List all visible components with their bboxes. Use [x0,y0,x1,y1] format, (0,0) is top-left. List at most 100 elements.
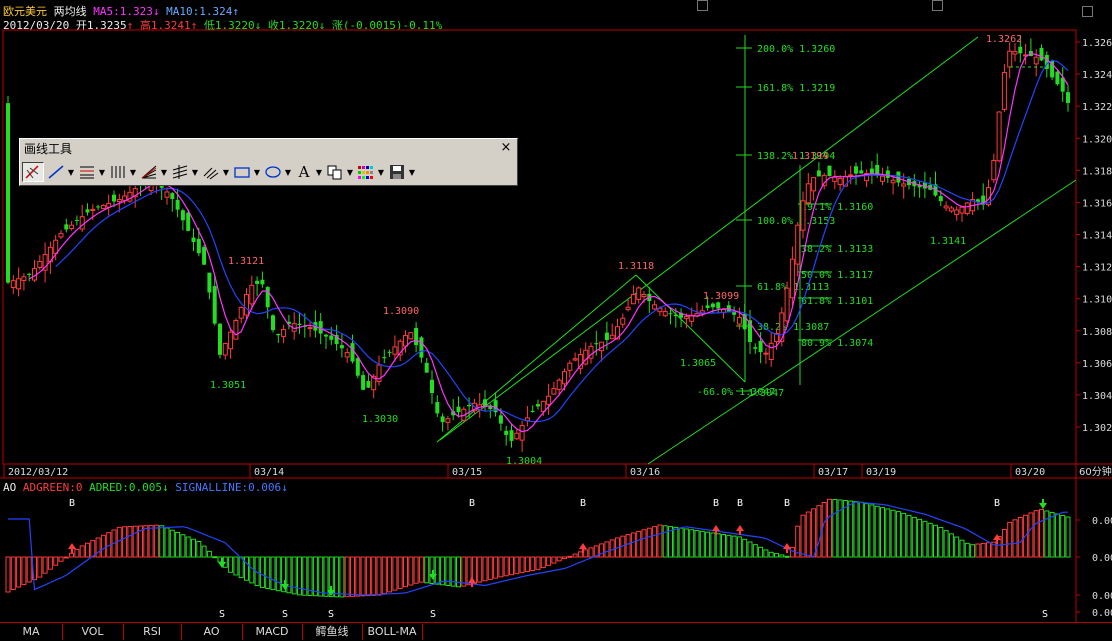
candle-body [1055,71,1060,85]
fan-dropdown-icon[interactable]: ▼ [160,168,168,177]
ao-bar [74,548,80,558]
ao-bar [980,542,986,558]
gann-dropdown-icon[interactable]: ▼ [222,168,230,177]
ao-bar [10,556,16,591]
ao-tick-label: 0.00 [1092,608,1112,619]
ao-bar [413,556,419,584]
channel-tool[interactable]: ▼ [76,161,106,183]
rectangle-tool[interactable]: ▼ [231,161,261,183]
parallel-lines-tool[interactable]: ▼ [169,161,199,183]
pointer-tool[interactable] [22,161,44,183]
date-label: 03/16 [630,467,660,478]
tab-ao[interactable]: AO [181,624,243,640]
ellipse-tool[interactable]: ▼ [262,161,292,183]
vertical-lines-tool[interactable]: ▼ [107,161,137,183]
sell-marker: S [219,609,225,620]
ellipse-dropdown-icon[interactable]: ▼ [284,168,292,177]
tab-rsi[interactable]: RSI [123,624,182,640]
channel-dropdown-icon[interactable]: ▼ [98,168,106,177]
candle-body [202,246,207,265]
save-dropdown-icon[interactable]: ▼ [408,168,416,177]
ao-bar [524,556,530,573]
candle-body [27,273,32,275]
candle-body [1007,50,1013,68]
tab-vol[interactable]: VOL [62,624,124,640]
ao-bar [768,551,774,558]
candle-body [938,196,943,202]
save-tool[interactable]: ▼ [386,161,416,183]
drawing-toolbox[interactable]: 画线工具 × ▼ ▼ ▼ ▼ ▼ ▼ ▼ ▼ A ▼ ▼ ▼ ▼ [19,138,518,186]
vertical-lines-dropdown-icon[interactable]: ▼ [129,168,137,177]
candle-body [683,316,689,319]
line-dropdown-icon[interactable]: ▼ [67,168,75,177]
ao-bar [1054,513,1060,558]
ao-bar [63,556,69,559]
candle-body [228,331,234,350]
candle-body [85,209,90,213]
tab-macd[interactable]: MACD [242,624,303,640]
ao-bar [938,526,944,558]
ao-bar [567,555,573,558]
ao-bar [546,556,552,566]
color-dropdown-icon[interactable]: ▼ [377,168,385,177]
candle-body [307,327,313,330]
candle-body [948,207,954,212]
candle-body [265,287,270,308]
arrow-up-icon [783,543,791,553]
ao-bar [344,556,350,598]
line-icon [45,162,67,182]
ao-bar [175,531,181,558]
toolbox-title[interactable]: 画线工具 [21,140,516,158]
candle-body [100,204,106,209]
candle-body [784,287,790,322]
ao-histogram [5,498,1071,598]
candle-body [207,272,212,293]
color-tool[interactable]: ▼ [355,161,385,183]
ao-bar [933,524,938,558]
candle-body [175,199,180,210]
copy-dropdown-icon[interactable]: ▼ [346,168,354,177]
candle-body [805,183,811,204]
tab-alligator[interactable]: 鳄鱼线 [302,624,363,640]
candle-body [567,362,573,371]
gann-tool[interactable]: ▼ [200,161,230,183]
chart-canvas[interactable]: 1.326 1.324 1.322 1.320 1.318 1.316 1.314 1.312… [0,0,1112,622]
candle-body [509,430,514,441]
tab-boll-ma[interactable]: BOLL-MA [362,624,423,640]
price-annotation: 1.3118 [618,261,654,272]
ao-bar [954,536,960,558]
fib-retrace-label: 80.9% 1.3074 [801,338,873,349]
date-label: 03/19 [866,467,896,478]
line-tool[interactable]: ▼ [45,161,75,183]
price-annotation: 1.3141 [930,236,966,247]
ao-bar [789,546,795,558]
ao-bar [461,556,467,587]
candle-body [419,337,424,358]
ao-bar [784,555,790,558]
pointer-icon [22,162,44,182]
text-tool[interactable]: A ▼ [293,161,323,183]
date-label: 2012/03/12 [8,467,68,478]
candle-body [848,174,854,177]
vertical-lines-icon [107,162,129,182]
ao-axis-ticks: 0.00 0.00 0.00 0.00 [1076,516,1112,619]
rectangle-dropdown-icon[interactable]: ▼ [253,168,261,177]
buy-marker: B [784,498,790,509]
price-annotation: 1.3262 [986,34,1022,45]
tab-ma[interactable]: MA [0,624,63,640]
ao-bar [21,556,27,586]
candle-body [546,395,552,405]
fan-tool[interactable]: ▼ [138,161,168,183]
candle-body [562,371,567,385]
ao-bar [948,533,954,558]
parallel-lines-dropdown-icon[interactable]: ▼ [191,168,199,177]
toolbox-close-button[interactable]: × [499,141,513,155]
text-dropdown-icon[interactable]: ▼ [315,168,323,177]
ao-bar [153,524,159,558]
candle-body [732,311,737,315]
ao-bar [318,556,324,597]
price-tick-label: 1.326 [1082,38,1112,49]
buy-marker: B [580,498,586,509]
copy-tool[interactable]: ▼ [324,161,354,183]
ao-bar [694,530,700,558]
